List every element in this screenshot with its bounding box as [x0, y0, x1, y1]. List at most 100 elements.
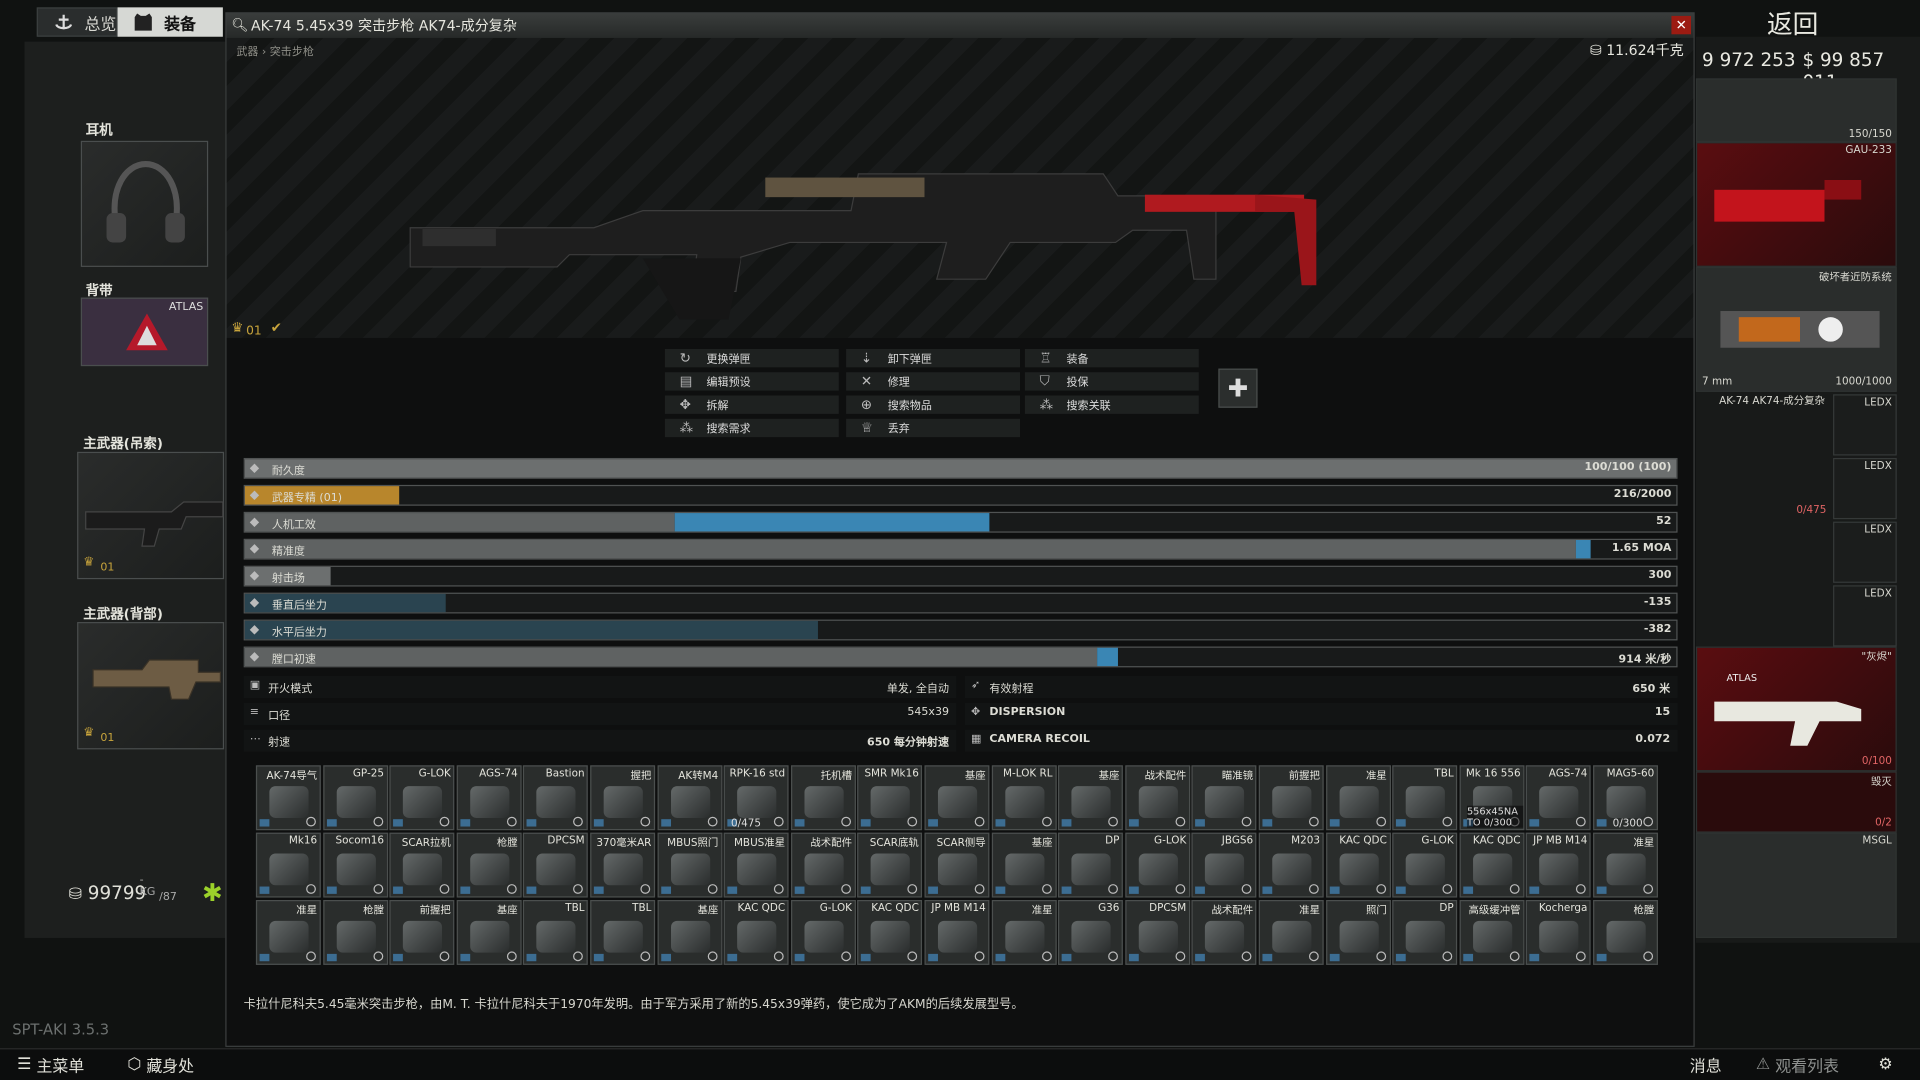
- mod-slot[interactable]: SCAR拉机: [389, 832, 455, 898]
- ledx-slot[interactable]: LEDX: [1833, 585, 1897, 647]
- mod-slot[interactable]: 战术配件: [1191, 900, 1257, 965]
- mod-slot[interactable]: G-LOK: [389, 765, 455, 831]
- mod-slot[interactable]: 准星: [1258, 900, 1324, 965]
- mod-slot[interactable]: 前握把: [1258, 765, 1324, 831]
- mod-slot[interactable]: 瞄准镜: [1191, 765, 1257, 831]
- mod-slot[interactable]: KAC QDC: [857, 900, 923, 965]
- messages-button[interactable]: 消息: [1690, 1051, 1722, 1078]
- mod-slot[interactable]: TBL: [590, 900, 656, 965]
- mod-slot[interactable]: 准星: [991, 900, 1057, 965]
- mod-slot[interactable]: DP: [1058, 832, 1124, 898]
- mod-slot[interactable]: SMR Mk16: [857, 765, 923, 831]
- modding-button[interactable]: ✚: [1218, 368, 1258, 408]
- mod-slot[interactable]: 准星: [1325, 765, 1391, 831]
- stash-item[interactable]: MSGL: [1695, 832, 1897, 938]
- mod-slot-name: 基座: [697, 904, 719, 918]
- mod-slot[interactable]: DPCSM: [1125, 900, 1190, 965]
- mod-slot[interactable]: KAC QDC: [1325, 832, 1391, 898]
- mod-slot[interactable]: 战术配件: [1125, 765, 1190, 831]
- mod-slot[interactable]: AK-74导气: [255, 765, 321, 831]
- tab-gear[interactable]: 装备: [117, 7, 223, 37]
- weapon-preview[interactable]: 武器 › 突击步枪 ⛁ 11.624千克 ♛ 01 ✔: [226, 37, 1694, 338]
- mod-slot[interactable]: G-LOK: [1125, 832, 1190, 898]
- back-button[interactable]: 返回: [1767, 5, 1818, 42]
- main-menu-button[interactable]: ☰ 主菜单: [17, 1051, 84, 1078]
- ledx-slot[interactable]: LEDX: [1833, 521, 1897, 583]
- mod-slot[interactable]: 照门: [1325, 900, 1391, 965]
- mod-slot[interactable]: G36: [1058, 900, 1124, 965]
- search-item-button[interactable]: ⊕ 搜索物品: [846, 395, 1021, 414]
- mod-slot[interactable]: 枪膛: [1593, 900, 1658, 965]
- sling-slot[interactable]: ATLAS: [80, 297, 209, 367]
- mod-slot[interactable]: Mk16: [255, 832, 321, 898]
- unload-mag-button[interactable]: ⇣ 卸下弹匣: [846, 348, 1021, 368]
- primary-back-slot[interactable]: ♛ 01: [77, 622, 225, 750]
- insure-button[interactable]: ⛉ 投保: [1024, 372, 1199, 391]
- repair-button[interactable]: ✕ 修理: [846, 372, 1021, 391]
- mod-slot[interactable]: 高级缓冲管: [1459, 900, 1525, 965]
- ledx-slot[interactable]: LEDX: [1833, 457, 1897, 520]
- search-need-button[interactable]: ⁂ 搜索需求: [664, 418, 839, 438]
- mod-slot[interactable]: 基座: [924, 765, 990, 831]
- mod-type-icon: [794, 953, 805, 962]
- mod-slot[interactable]: MBUS准星: [723, 832, 789, 898]
- mod-slot[interactable]: MBUS照门: [657, 832, 722, 898]
- mod-slot[interactable]: AGS-74: [1526, 765, 1592, 831]
- mod-slot[interactable]: Kocherga: [1526, 900, 1592, 965]
- mod-slot[interactable]: G-LOK: [1392, 832, 1458, 898]
- mod-slot[interactable]: 370毫米AR: [590, 832, 656, 898]
- mod-slot[interactable]: AGS-74: [456, 765, 522, 831]
- equip-button[interactable]: ♖ 装备: [1024, 348, 1199, 368]
- mod-slot[interactable]: 基座: [1058, 765, 1124, 831]
- mod-slot[interactable]: 握把: [590, 765, 656, 831]
- mod-slot[interactable]: JP MB M14: [924, 900, 990, 965]
- mod-slot[interactable]: 基座: [991, 832, 1057, 898]
- search-link-button[interactable]: ⁂ 搜索关联: [1024, 395, 1199, 414]
- mod-slot[interactable]: G-LOK: [790, 900, 856, 965]
- watchlist-button[interactable]: ⚠ 观看列表: [1756, 1051, 1839, 1078]
- edit-preset-button[interactable]: ▤ 编辑预设: [664, 372, 839, 391]
- mod-slot[interactable]: TBL: [1392, 765, 1458, 831]
- window-titlebar[interactable]: 🔍︎ AK-74 5.45x39 突击步枪 AK74-成分复杂 ✕: [226, 13, 1694, 38]
- hideout-button[interactable]: ⬡ 藏身处: [127, 1051, 194, 1078]
- mod-slot[interactable]: 基座: [657, 900, 722, 965]
- mod-slot[interactable]: Bastion: [523, 765, 589, 831]
- stash-item[interactable]: "灰烬" ATLAS 0/100: [1695, 646, 1897, 772]
- change-mag-button[interactable]: ↻ 更换弹匣: [664, 348, 839, 368]
- settings-button[interactable]: ⚙: [1878, 1051, 1892, 1078]
- mod-slot[interactable]: 托机槽: [790, 765, 856, 831]
- mod-slot[interactable]: KAC QDC: [723, 900, 789, 965]
- mod-slot[interactable]: 枪膛: [456, 832, 522, 898]
- discard-button[interactable]: ♕ 丢弃: [846, 418, 1021, 438]
- mod-slot[interactable]: M-LOK RL: [991, 765, 1057, 831]
- mod-slot[interactable]: AK转M4: [657, 765, 722, 831]
- mod-slot[interactable]: 枪膛: [322, 900, 388, 965]
- mod-slot[interactable]: 准星: [255, 900, 321, 965]
- stash-item[interactable]: 150/150: [1695, 78, 1897, 143]
- mod-slot[interactable]: 基座: [456, 900, 522, 965]
- mod-slot[interactable]: KAC QDC: [1459, 832, 1525, 898]
- weapon-inspect-window[interactable]: 🔍︎ AK-74 5.45x39 突击步枪 AK74-成分复杂 ✕ 武器 › 突…: [225, 12, 1695, 1047]
- tab-overview[interactable]: 总览: [36, 7, 118, 37]
- mod-slot[interactable]: JP MB M14: [1526, 832, 1592, 898]
- mod-slot[interactable]: GP-25: [322, 765, 388, 831]
- primary-sling-slot[interactable]: ♛ 01: [77, 451, 225, 580]
- mod-slot[interactable]: SCAR底轨: [857, 832, 923, 898]
- mod-slot[interactable]: SCAR侧导: [924, 832, 990, 898]
- mod-slot[interactable]: Socom16: [322, 832, 388, 898]
- headset-slot[interactable]: [80, 140, 209, 267]
- close-button[interactable]: ✕: [1671, 15, 1692, 35]
- stash-item[interactable]: 毁灭 0/2: [1695, 771, 1897, 833]
- stash-item[interactable]: 破坏者近防系统 7 mm 1000/1000: [1695, 266, 1897, 392]
- disassemble-button[interactable]: ✥ 拆解: [664, 395, 839, 414]
- mod-slot[interactable]: 战术配件: [790, 832, 856, 898]
- mod-slot[interactable]: TBL: [523, 900, 589, 965]
- mod-slot[interactable]: 准星: [1593, 832, 1658, 898]
- mod-slot[interactable]: 前握把: [389, 900, 455, 965]
- mod-slot[interactable]: DPCSM: [523, 832, 589, 898]
- mod-slot[interactable]: M203: [1258, 832, 1324, 898]
- stash-item[interactable]: GAU-233: [1695, 142, 1897, 267]
- mod-slot[interactable]: DP: [1392, 900, 1458, 965]
- mod-slot[interactable]: JBGS6: [1191, 832, 1257, 898]
- ledx-slot[interactable]: LEDX: [1833, 394, 1897, 456]
